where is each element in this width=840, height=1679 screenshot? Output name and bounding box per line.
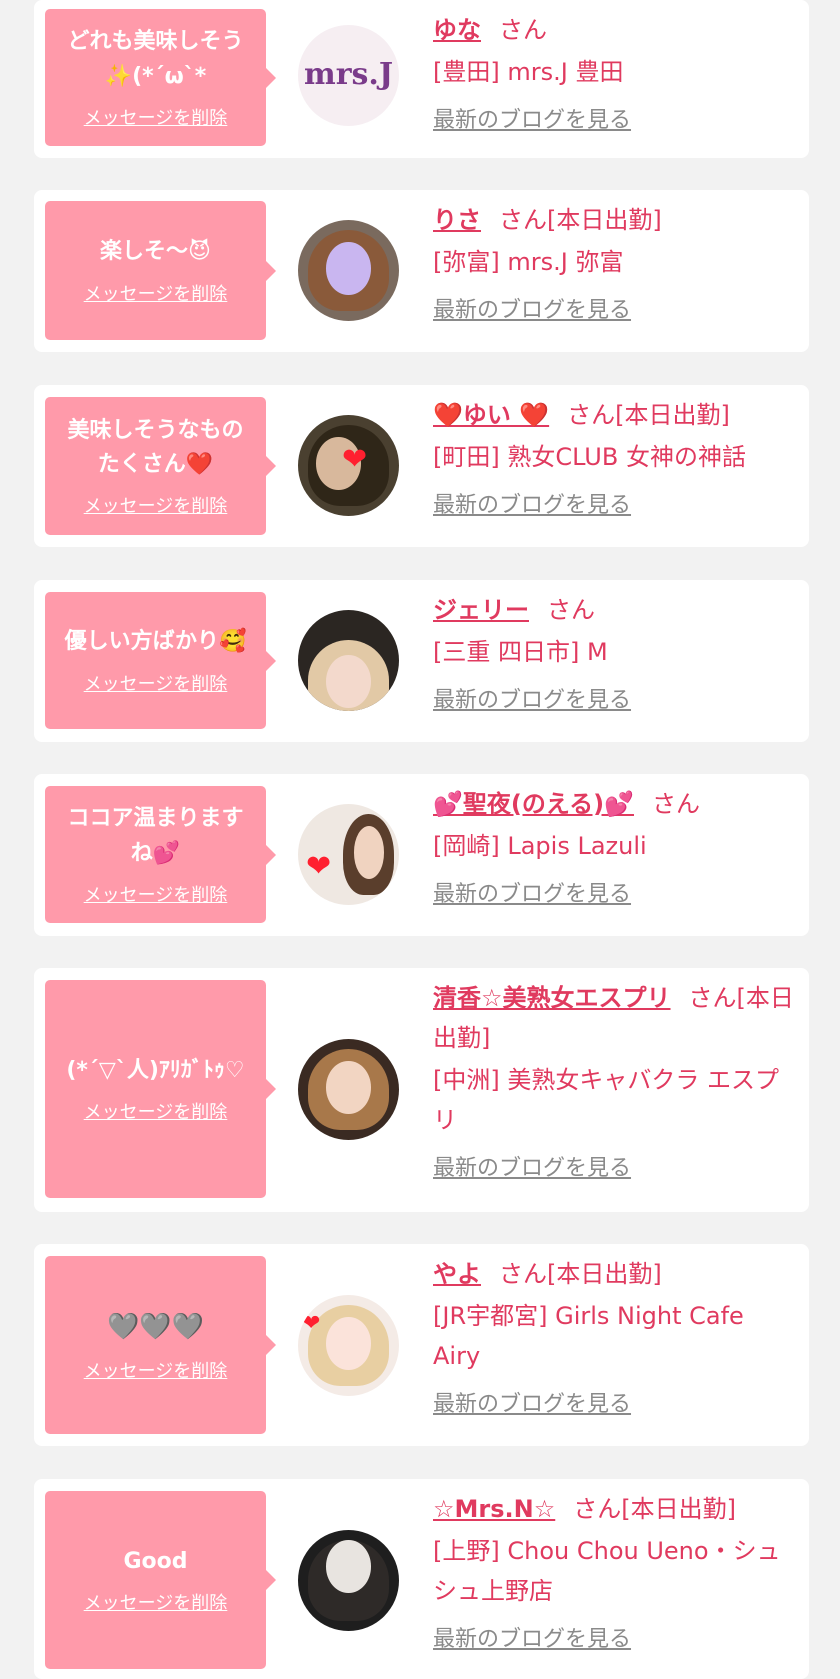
heart-icon: ❤ <box>302 1311 321 1336</box>
message-text: 🩶🩶🩶 <box>106 1311 205 1342</box>
shop-name: [町田] 熟女CLUB 女神の神話 <box>433 443 746 471</box>
card-info: ☆Mrs.N☆ さん[本日出勤] [上野] Chou Chou Ueno・シュシュ… <box>433 1489 797 1653</box>
shop-name: [弥富] mrs.J 弥富 <box>433 248 624 276</box>
name-suffix: さん <box>651 790 700 818</box>
message-bubble: 美味しそうなもの たくさん❤️ メッセージを削除 <box>45 397 276 535</box>
profile-name-link[interactable]: ジェリー <box>433 596 529 624</box>
message-text: 美味しそうなもの たくさん❤️ <box>67 417 244 477</box>
avatar[interactable]: ❤ <box>298 415 399 516</box>
delete-message-link[interactable]: メッセージを削除 <box>84 492 228 518</box>
heart-icon: ❤ <box>342 442 368 477</box>
avatar[interactable] <box>298 1530 399 1631</box>
message-card: 優しい方ばかり🥰 メッセージを削除 ジェリー さん [三重 四日市] M 最新のブ… <box>34 580 809 742</box>
message-bubble: (*´▽`人)ｱﾘｶﾞﾄｩ♡ メッセージを削除 <box>45 980 276 1198</box>
profile-name-link[interactable]: ❤️ゆい ❤️ <box>433 401 549 429</box>
message-bubble: 優しい方ばかり🥰 メッセージを削除 <box>45 592 276 729</box>
latest-blog-link[interactable]: 最新のブログを見る <box>433 487 631 519</box>
shop-name: [JR宇都宮] Girls Night Cafe Airy <box>433 1302 744 1370</box>
shop-name: [三重 四日市] M <box>433 638 608 666</box>
message-card: どれも美味しそう ✨(*´ω`* メッセージを削除 mrs.J ゆな さん [豊田… <box>34 0 809 158</box>
name-suffix: さん <box>547 596 595 624</box>
message-bubble: ココア温まります ね💕 メッセージを削除 <box>45 786 276 923</box>
latest-blog-link[interactable]: 最新のブログを見る <box>433 682 631 714</box>
message-card: 美味しそうなもの たくさん❤️ メッセージを削除 ❤ ❤️ゆい ❤️ さん[本日出… <box>34 385 809 547</box>
profile-name-link[interactable]: ☆Mrs.N☆ <box>433 1495 555 1523</box>
profile-name-link[interactable]: 清香☆美熟女エスプリ <box>433 984 671 1012</box>
mrs-j-logo-icon: mrs.J <box>303 57 394 92</box>
card-info: ゆな さん [豊田] mrs.J 豊田 最新のブログを見る <box>433 10 797 134</box>
delete-message-link[interactable]: メッセージを削除 <box>84 280 228 306</box>
message-bubble: Good メッセージを削除 <box>45 1491 276 1669</box>
delete-message-link[interactable]: メッセージを削除 <box>84 881 228 907</box>
name-suffix: さん[本日出勤] <box>567 401 730 429</box>
card-info: 清香☆美熟女エスプリ さん[本日出勤] [中洲] 美熟女キャバクラ エスプリ 最新… <box>433 978 797 1182</box>
avatar[interactable]: mrs.J <box>298 25 399 126</box>
delete-message-link[interactable]: メッセージを削除 <box>84 1589 228 1615</box>
name-suffix: さん[本日出勤] <box>499 206 662 234</box>
message-list: どれも美味しそう ✨(*´ω`* メッセージを削除 mrs.J ゆな さん [豊田… <box>0 0 840 1679</box>
latest-blog-link[interactable]: 最新のブログを見る <box>433 1621 631 1653</box>
shop-name: [上野] Chou Chou Ueno・シュシュ上野店 <box>433 1537 781 1605</box>
message-text: Good <box>123 1548 188 1574</box>
avatar[interactable] <box>298 220 399 321</box>
profile-name-link[interactable]: やよ <box>433 1260 481 1288</box>
card-info: やよ さん[本日出勤] [JR宇都宮] Girls Night Cafe Airy… <box>433 1254 797 1418</box>
card-info: ❤️ゆい ❤️ さん[本日出勤] [町田] 熟女CLUB 女神の神話 最新のブログ… <box>433 395 797 519</box>
message-text: どれも美味しそう ✨(*´ω`* <box>67 29 244 89</box>
message-card: Good メッセージを削除 ☆Mrs.N☆ さん[本日出勤] [上野] Chou … <box>34 1479 809 1679</box>
card-info: 💕聖夜(のえる)💕 さん [岡崎] Lapis Lazuli 最新のブログを見る <box>433 784 797 908</box>
profile-name-link[interactable]: りさ <box>433 206 481 234</box>
name-suffix: さん[本日出勤] <box>573 1495 736 1523</box>
name-suffix: さん[本日出勤] <box>499 1260 662 1288</box>
message-text: 楽しそ～😈 <box>100 239 211 265</box>
card-info: りさ さん[本日出勤] [弥富] mrs.J 弥富 最新のブログを見る <box>433 200 797 324</box>
message-bubble: どれも美味しそう ✨(*´ω`* メッセージを削除 <box>45 9 276 146</box>
latest-blog-link[interactable]: 最新のブログを見る <box>433 292 631 324</box>
message-card: (*´▽`人)ｱﾘｶﾞﾄｩ♡ メッセージを削除 清香☆美熟女エスプリ さん[本日出… <box>34 968 809 1212</box>
heart-icon: ❤ <box>306 849 332 884</box>
card-info: ジェリー さん [三重 四日市] M 最新のブログを見る <box>433 590 797 714</box>
message-card: ココア温まります ね💕 メッセージを削除 ❤ 💕聖夜(のえる)💕 さん [岡崎] … <box>34 774 809 936</box>
avatar[interactable] <box>298 1039 399 1140</box>
shop-name: [岡崎] Lapis Lazuli <box>433 832 647 860</box>
latest-blog-link[interactable]: 最新のブログを見る <box>433 1150 631 1182</box>
profile-name-link[interactable]: ゆな <box>433 16 481 44</box>
delete-message-link[interactable]: メッセージを削除 <box>84 104 228 130</box>
message-bubble: 楽しそ～😈 メッセージを削除 <box>45 201 276 340</box>
name-suffix: さん <box>499 16 547 44</box>
delete-message-link[interactable]: メッセージを削除 <box>84 1357 228 1383</box>
avatar[interactable]: ❤ <box>298 1295 399 1396</box>
avatar[interactable] <box>298 610 399 711</box>
message-bubble: 🩶🩶🩶 メッセージを削除 <box>45 1256 276 1434</box>
message-text: ココア温まります ね💕 <box>67 806 244 866</box>
delete-message-link[interactable]: メッセージを削除 <box>84 670 228 696</box>
latest-blog-link[interactable]: 最新のブログを見る <box>433 1386 631 1418</box>
latest-blog-link[interactable]: 最新のブログを見る <box>433 876 631 908</box>
delete-message-link[interactable]: メッセージを削除 <box>84 1098 228 1124</box>
message-card: 🩶🩶🩶 メッセージを削除 ❤ やよ さん[本日出勤] [JR宇都宮] Girls … <box>34 1244 809 1446</box>
shop-name: [豊田] mrs.J 豊田 <box>433 58 624 86</box>
message-card: 楽しそ～😈 メッセージを削除 りさ さん[本日出勤] [弥富] mrs.J 弥富 … <box>34 190 809 352</box>
avatar[interactable]: ❤ <box>298 804 399 905</box>
profile-name-link[interactable]: 💕聖夜(のえる)💕 <box>433 790 634 818</box>
shop-name: [中洲] 美熟女キャバクラ エスプリ <box>433 1066 779 1134</box>
latest-blog-link[interactable]: 最新のブログを見る <box>433 102 631 134</box>
message-text: 優しい方ばかり🥰 <box>64 629 247 655</box>
message-text: (*´▽`人)ｱﾘｶﾞﾄｩ♡ <box>66 1057 245 1083</box>
